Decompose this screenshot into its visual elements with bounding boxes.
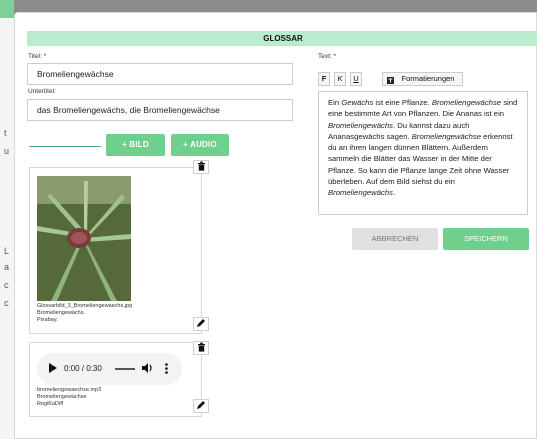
image-caption: Bromeliengewächs.	[37, 310, 85, 316]
title-label: Titel: *	[28, 53, 47, 60]
formatting-label: Formatierungen	[401, 74, 455, 83]
image-filename: Glossarbild_3_Bromeliengewaechs.jpg	[37, 303, 133, 309]
italic-button[interactable]: K	[334, 72, 346, 86]
edit-icon[interactable]	[193, 317, 209, 331]
subtitle-input[interactable]: das Bromeliengewächs, die Bromeliengewäc…	[27, 99, 293, 121]
text-editor[interactable]: Ein Gewächs ist eine Pflanze. Bromelieng…	[318, 91, 528, 215]
glossary-dialog: GLOSSAR Titel: * Bromeliengewächse Unter…	[14, 12, 537, 439]
italic-text: Bromeliengewächs	[328, 188, 393, 198]
italic-text: Bromeliengewächs	[328, 120, 393, 130]
add-image-button[interactable]: + BILD	[106, 134, 165, 156]
divider-line	[29, 146, 101, 147]
audio-player: 0:00 / 0:30	[37, 353, 182, 385]
formatting-button[interactable]: Formatierungen	[382, 72, 463, 86]
bold-button[interactable]: F	[318, 72, 330, 86]
audio-caption: Bromeliengewächse	[37, 394, 87, 400]
italic-text: Bromeliengewächse	[431, 98, 502, 107]
cancel-button[interactable]: ABBRECHEN	[352, 228, 438, 250]
background-text: u	[4, 146, 10, 156]
background-header	[0, 0, 14, 18]
underline-button[interactable]: U	[350, 72, 362, 86]
text-run: ist eine Pflanze.	[373, 98, 432, 107]
italic-text: Bromeliengewächse	[411, 131, 482, 141]
background-page: t u L a c c	[0, 0, 14, 439]
formatting-icon	[387, 76, 394, 88]
subtitle-label: Untertitel:	[28, 88, 56, 95]
save-button[interactable]: SPEICHERN	[443, 228, 529, 250]
more-options-icon[interactable]	[165, 363, 168, 376]
background-text: L	[4, 246, 10, 256]
text-run: .	[392, 188, 396, 198]
italic-text: Gewächs	[341, 98, 374, 107]
audio-progress[interactable]	[115, 368, 135, 370]
text-run: Ein	[328, 98, 342, 107]
play-icon[interactable]	[49, 363, 57, 375]
background-text: t	[4, 128, 7, 138]
pineapple-image	[37, 176, 131, 301]
audio-filename: bromeliengewaechse.mp3	[37, 387, 102, 393]
image-credit: Pixabay.	[37, 317, 58, 323]
volume-icon[interactable]	[142, 363, 153, 375]
audio-time: 0:00 / 0:30	[64, 364, 102, 373]
edit-icon[interactable]	[193, 399, 209, 413]
background-text: a	[4, 262, 10, 272]
trash-icon[interactable]	[193, 341, 209, 355]
background-text: c	[4, 280, 9, 290]
background-text: c	[4, 298, 9, 308]
text-label: Text: *	[318, 53, 337, 60]
audio-credit: RegiKaDiff	[37, 401, 64, 407]
title-input[interactable]: Bromeliengewächse	[27, 63, 293, 85]
dialog-title: GLOSSAR	[27, 31, 537, 46]
trash-icon[interactable]	[193, 160, 209, 174]
add-audio-button[interactable]: + AUDIO	[171, 134, 229, 156]
